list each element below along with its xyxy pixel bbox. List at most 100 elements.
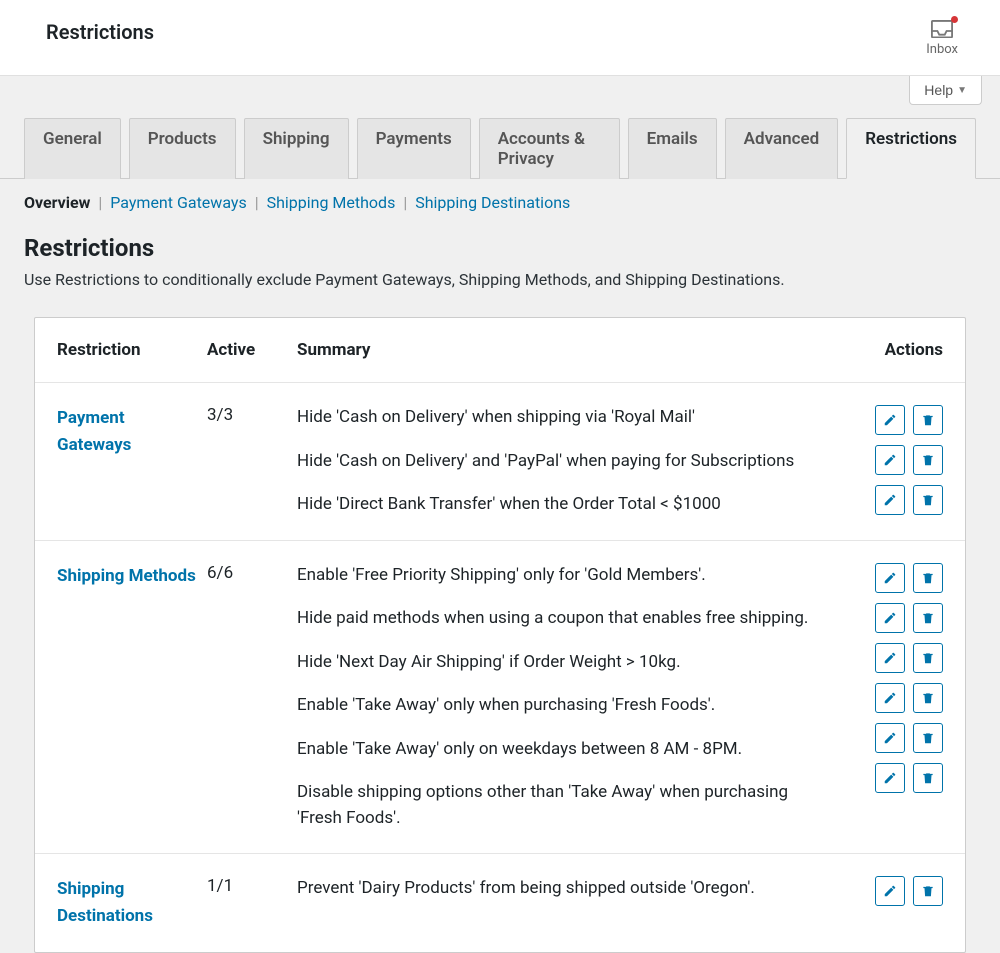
trash-icon bbox=[921, 493, 935, 507]
section-title: Restrictions bbox=[0, 226, 1000, 270]
action-pair bbox=[875, 643, 943, 673]
pencil-icon bbox=[883, 493, 897, 507]
restriction-link[interactable]: Shipping Methods bbox=[57, 563, 196, 590]
page-title: Restrictions bbox=[46, 20, 154, 44]
inbox-icon bbox=[931, 20, 953, 40]
inbox-button[interactable]: Inbox bbox=[926, 20, 976, 57]
trash-icon bbox=[921, 691, 935, 705]
col-header-restriction: Restriction bbox=[57, 340, 197, 360]
delete-button[interactable] bbox=[913, 643, 943, 673]
restriction-link[interactable]: Shipping Destinations bbox=[57, 876, 197, 930]
trash-icon bbox=[921, 413, 935, 427]
edit-button[interactable] bbox=[875, 405, 905, 435]
trash-icon bbox=[921, 771, 935, 785]
pencil-icon bbox=[883, 884, 897, 898]
pencil-icon bbox=[883, 413, 897, 427]
trash-icon bbox=[921, 611, 935, 625]
summary-text: Disable shipping options other than 'Tak… bbox=[297, 780, 823, 831]
action-pair bbox=[875, 723, 943, 753]
pencil-icon bbox=[883, 453, 897, 467]
trash-icon bbox=[921, 651, 935, 665]
summary-text: Enable 'Take Away' only when purchasing … bbox=[297, 693, 823, 719]
actions-list bbox=[833, 876, 943, 906]
pencil-icon bbox=[883, 771, 897, 785]
edit-button[interactable] bbox=[875, 643, 905, 673]
summary-list: Hide 'Cash on Delivery' when shipping vi… bbox=[297, 405, 823, 518]
section-description: Use Restrictions to conditionally exclud… bbox=[0, 270, 1000, 317]
summary-text: Hide 'Cash on Delivery' and 'PayPal' whe… bbox=[297, 449, 823, 475]
action-pair bbox=[875, 876, 943, 906]
inbox-label: Inbox bbox=[926, 42, 958, 57]
action-pair bbox=[875, 445, 943, 475]
active-count: 3/3 bbox=[207, 405, 287, 425]
col-header-active: Active bbox=[207, 340, 287, 360]
subnav-payment-gateways[interactable]: Payment Gateways bbox=[110, 193, 246, 212]
edit-button[interactable] bbox=[875, 445, 905, 475]
pencil-icon bbox=[883, 611, 897, 625]
edit-button[interactable] bbox=[875, 485, 905, 515]
active-count: 1/1 bbox=[207, 876, 287, 896]
delete-button[interactable] bbox=[913, 763, 943, 793]
action-pair bbox=[875, 485, 943, 515]
subnav: Overview | Payment Gateways | Shipping M… bbox=[0, 179, 1000, 226]
summary-text: Prevent 'Dairy Products' from being ship… bbox=[297, 876, 823, 902]
actions-list bbox=[833, 563, 943, 793]
delete-button[interactable] bbox=[913, 445, 943, 475]
table-row: Shipping Destinations 1/1 Prevent 'Dairy P… bbox=[35, 853, 965, 952]
tab-restrictions[interactable]: Restrictions bbox=[846, 118, 976, 179]
edit-button[interactable] bbox=[875, 683, 905, 713]
main-tabs: GeneralProductsShippingPaymentsAccounts … bbox=[0, 105, 1000, 179]
summary-text: Enable 'Take Away' only on weekdays betw… bbox=[297, 737, 823, 763]
subnav-shipping-methods[interactable]: Shipping Methods bbox=[267, 193, 396, 212]
col-header-summary: Summary bbox=[297, 340, 823, 360]
summary-list: Enable 'Free Priority Shipping' only for… bbox=[297, 563, 823, 832]
summary-text: Hide 'Direct Bank Transfer' when the Ord… bbox=[297, 492, 823, 518]
col-header-actions: Actions bbox=[833, 340, 943, 360]
tab-products[interactable]: Products bbox=[129, 118, 236, 179]
edit-button[interactable] bbox=[875, 876, 905, 906]
delete-button[interactable] bbox=[913, 603, 943, 633]
help-button[interactable]: Help ▼ bbox=[909, 76, 982, 105]
action-pair bbox=[875, 603, 943, 633]
subnav-shipping-destinations[interactable]: Shipping Destinations bbox=[415, 193, 570, 212]
pencil-icon bbox=[883, 651, 897, 665]
tab-advanced[interactable]: Advanced bbox=[725, 118, 839, 179]
delete-button[interactable] bbox=[913, 563, 943, 593]
restrictions-table: Restriction Active Summary Actions Payme… bbox=[34, 317, 966, 953]
delete-button[interactable] bbox=[913, 723, 943, 753]
delete-button[interactable] bbox=[913, 683, 943, 713]
tab-accounts-privacy[interactable]: Accounts & Privacy bbox=[479, 118, 620, 179]
edit-button[interactable] bbox=[875, 563, 905, 593]
trash-icon bbox=[921, 571, 935, 585]
trash-icon bbox=[921, 453, 935, 467]
action-pair bbox=[875, 405, 943, 435]
tab-shipping[interactable]: Shipping bbox=[244, 118, 349, 179]
actions-list bbox=[833, 405, 943, 515]
delete-button[interactable] bbox=[913, 485, 943, 515]
edit-button[interactable] bbox=[875, 603, 905, 633]
edit-button[interactable] bbox=[875, 763, 905, 793]
summary-text: Hide paid methods when using a coupon th… bbox=[297, 606, 823, 632]
pencil-icon bbox=[883, 691, 897, 705]
delete-button[interactable] bbox=[913, 405, 943, 435]
active-count: 6/6 bbox=[207, 563, 287, 583]
restriction-link[interactable]: Payment Gateways bbox=[57, 405, 197, 459]
subnav-overview[interactable]: Overview bbox=[24, 193, 90, 212]
tab-general[interactable]: General bbox=[24, 118, 121, 179]
trash-icon bbox=[921, 884, 935, 898]
summary-list: Prevent 'Dairy Products' from being ship… bbox=[297, 876, 823, 902]
action-pair bbox=[875, 683, 943, 713]
tab-emails[interactable]: Emails bbox=[628, 118, 717, 179]
edit-button[interactable] bbox=[875, 723, 905, 753]
notification-dot bbox=[951, 16, 958, 23]
help-label: Help bbox=[924, 82, 953, 98]
table-row: Payment Gateways 3/3 Hide 'Cash on Deliver… bbox=[35, 383, 965, 540]
tab-payments[interactable]: Payments bbox=[357, 118, 471, 179]
chevron-down-icon: ▼ bbox=[957, 85, 967, 96]
delete-button[interactable] bbox=[913, 876, 943, 906]
summary-text: Hide 'Cash on Delivery' when shipping vi… bbox=[297, 405, 823, 431]
action-pair bbox=[875, 563, 943, 593]
table-row: Shipping Methods 6/6 Enable 'Free Priority… bbox=[35, 540, 965, 854]
summary-text: Hide 'Next Day Air Shipping' if Order We… bbox=[297, 650, 823, 676]
pencil-icon bbox=[883, 571, 897, 585]
